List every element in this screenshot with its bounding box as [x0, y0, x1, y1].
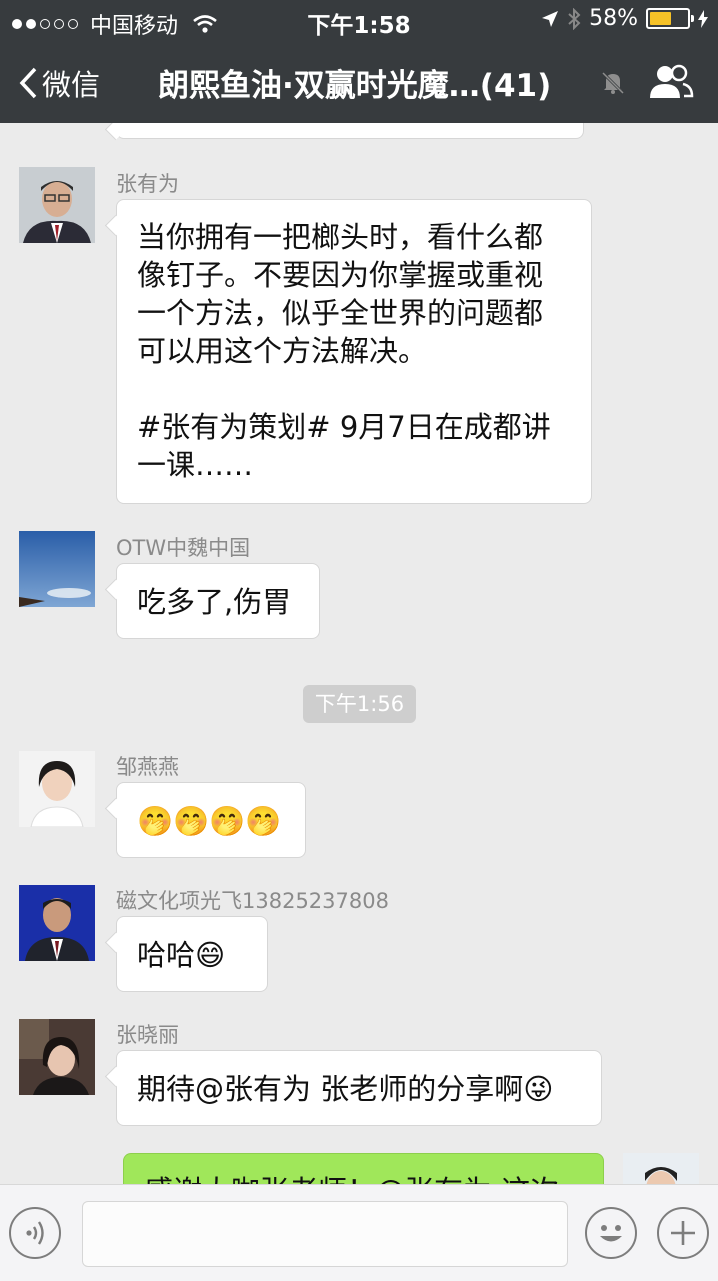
sender-name: 磁文化项光飞13825237808: [116, 889, 389, 913]
more-actions-button[interactable]: [657, 1207, 709, 1259]
my-avatar[interactable]: [623, 1153, 699, 1184]
sender-name: OTW中魏中国: [116, 536, 251, 560]
message-bubble-previous[interactable]: [116, 123, 584, 139]
message-text: 哈哈😄: [137, 938, 226, 972]
message-bubble[interactable]: 🤭🤭🤭🤭: [116, 782, 306, 858]
message-text: 期待@张有为 张老师的分享啊😜: [137, 1072, 554, 1106]
avatar[interactable]: [19, 167, 95, 243]
message-bubble[interactable]: 期待@张有为 张老师的分享啊😜: [116, 1050, 602, 1126]
message-input[interactable]: [82, 1201, 568, 1267]
chat-title: 朗熙鱼油·双赢时光魔…(41): [158, 68, 552, 104]
message-line: 可以用这个方法解决。: [137, 334, 428, 368]
timestamp-divider: 下午1:56: [303, 685, 416, 723]
input-bar: [0, 1184, 718, 1281]
my-message-bubble[interactable]: 感谢大咖张老师！@张有为 这次: [123, 1153, 604, 1184]
back-label: 微信: [42, 68, 101, 102]
message-text: 感谢大咖张老师！@张有为 这次: [144, 1174, 559, 1184]
avatar[interactable]: [19, 531, 95, 607]
sender-name: 邹燕燕: [116, 755, 179, 779]
smiley-icon: [600, 1225, 622, 1242]
battery-icon: [646, 8, 694, 29]
sender-name: 张有为: [116, 172, 179, 196]
plus-icon: [671, 1221, 695, 1245]
message-line: [137, 370, 571, 408]
voice-icon: [26, 1221, 44, 1245]
mute-bell-icon: [601, 71, 625, 95]
voice-input-button[interactable]: [9, 1207, 61, 1259]
status-bar: 中国移动 下午1:58 58%: [0, 0, 718, 40]
battery-percent: 58%: [589, 6, 638, 31]
nav-bar: 微信 朗熙鱼油·双赢时光魔…(41): [0, 40, 718, 123]
back-button[interactable]: 微信: [18, 62, 100, 104]
avatar[interactable]: [19, 885, 95, 961]
sender-name: 张晓丽: [116, 1023, 179, 1047]
message-text: 🤭🤭🤭🤭: [137, 804, 282, 838]
message-line: 一个方法，似乎全世界的问题都: [137, 296, 544, 330]
chevron-left-icon: [19, 67, 37, 99]
message-line: #张有为策划# 9月7日在成都讲: [137, 410, 551, 444]
chat-area[interactable]: 张有为 当你拥有一把榔头时，看什么都 像钉子。不要因为你掌握或重视 一个方法，似…: [0, 123, 718, 1184]
message-line: 当你拥有一把榔头时，看什么都: [137, 220, 544, 254]
message-bubble[interactable]: 吃多了,伤胃: [116, 563, 320, 639]
message-bubble[interactable]: 哈哈😄: [116, 916, 268, 992]
bluetooth-icon: [568, 7, 581, 30]
charging-bolt-icon: [698, 9, 708, 28]
group-info-button[interactable]: [648, 62, 694, 102]
avatar[interactable]: [19, 751, 95, 827]
location-arrow-icon: [542, 10, 559, 27]
message-text: 吃多了,伤胃: [137, 585, 292, 619]
emoji-button[interactable]: [585, 1207, 637, 1259]
message-bubble[interactable]: 当你拥有一把榔头时，看什么都 像钉子。不要因为你掌握或重视 一个方法，似乎全世界…: [116, 199, 592, 504]
message-line: 像钉子。不要因为你掌握或重视: [137, 258, 544, 292]
message-line: 一课……: [137, 448, 254, 482]
avatar[interactable]: [19, 1019, 95, 1095]
